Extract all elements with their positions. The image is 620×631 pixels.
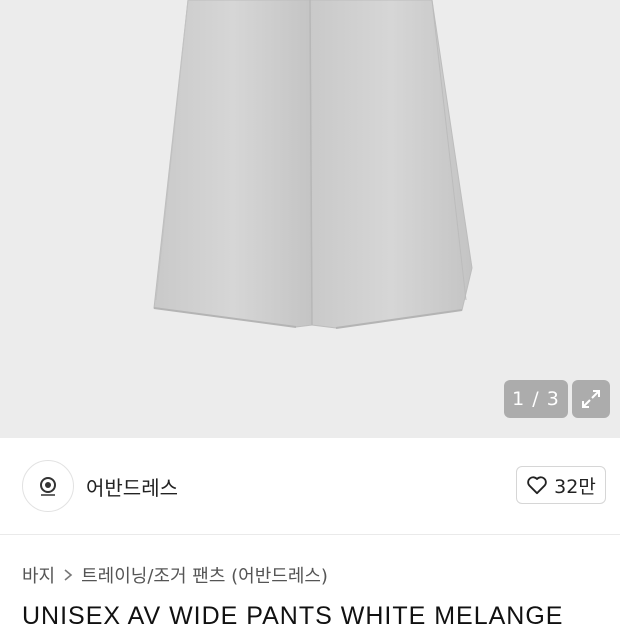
chevron-right-icon — [64, 569, 73, 581]
breadcrumb-category[interactable]: 바지 — [22, 562, 55, 588]
product-image-gallery[interactable]: 1 / 3 — [0, 0, 620, 438]
seller-name[interactable]: 어반드레스 — [86, 472, 178, 501]
expand-icon — [582, 390, 600, 408]
breadcrumb: 바지 트레이닝/조거 팬츠 (어반드레스) — [22, 562, 328, 588]
heart-icon — [527, 476, 547, 495]
seller-avatar[interactable] — [22, 460, 74, 512]
brand-logo-icon — [40, 477, 56, 496]
product-image — [153, 0, 473, 329]
expand-button[interactable] — [572, 380, 610, 418]
like-button[interactable]: 32만 — [516, 466, 606, 504]
section-divider — [0, 534, 620, 535]
image-counter: 1 / 3 — [504, 380, 568, 418]
product-title: UNISEX AV WIDE PANTS WHITE MELANGE — [22, 602, 564, 630]
like-count: 32만 — [554, 475, 596, 498]
breadcrumb-subcategory[interactable]: 트레이닝/조거 팬츠 (어반드레스) — [81, 562, 328, 588]
seller-row: 어반드레스 32만 — [0, 438, 620, 534]
